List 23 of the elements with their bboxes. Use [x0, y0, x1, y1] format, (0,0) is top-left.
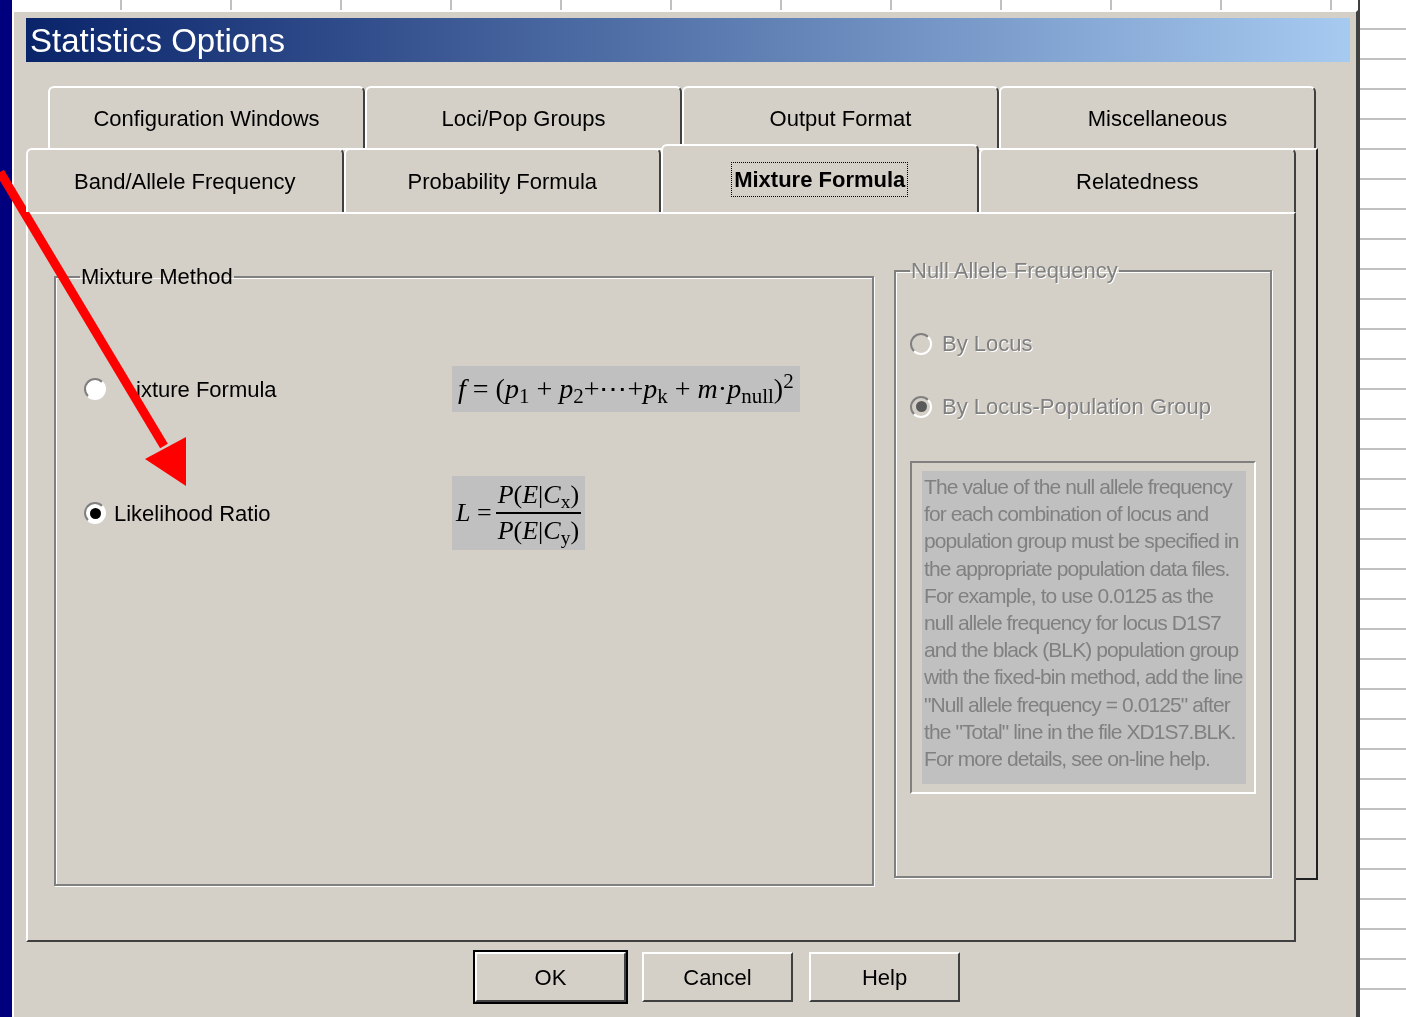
window-title: Statistics Options [30, 23, 285, 57]
tab[interactable]: Band/Allele Frequency [26, 148, 344, 212]
option-label[interactable]: ixture Formula [136, 372, 277, 406]
tab[interactable]: Loci/Pop Groups [365, 86, 682, 148]
tab[interactable]: Configuration Windows [48, 86, 365, 148]
tab[interactable]: Relatedness [978, 148, 1296, 212]
option-label: By Locus [942, 330, 1033, 358]
tab[interactable]: Output Format [682, 86, 999, 148]
formula: L = P(E|C$_{x}$) P(E|C$_{y}$) [452, 476, 586, 550]
tab[interactable]: Mixture Formula [661, 144, 979, 212]
dialog-button[interactable]: OK [475, 952, 626, 1002]
radio-button[interactable] [84, 502, 106, 524]
tab[interactable]: Probability Formula [343, 148, 661, 212]
dialog-button[interactable]: Cancel [642, 952, 793, 1002]
radio-button[interactable] [84, 378, 106, 400]
tab[interactable]: Miscellaneous [999, 86, 1316, 148]
option-label: By Locus-Population Group [942, 393, 1212, 421]
group-title: Mixture Method [80, 263, 234, 291]
option-label[interactable]: Likelihood Ratio [114, 496, 271, 530]
group-title: Null Allele Frequency [910, 257, 1119, 285]
note-text: The value of the null allele frequency for each combination of locus and population group must be specified in the appropriate population data files. For example, to use 0.0125 as the null allele frequency for locus D1S7 and the black (BLK) population group with the fixed-bin method, add the line "Null allele frequency = 0.0125" after the "Total" line in the file XD1S7.BLK. For more details, see on-line help. [924, 474, 1244, 773]
dialog-button[interactable]: Help [809, 952, 960, 1002]
formula: f = (p$_{1}$ + p$_{2}$+⋯+p$_{k}$ + m·p$_{null}$)$^{2}$ [452, 366, 800, 412]
